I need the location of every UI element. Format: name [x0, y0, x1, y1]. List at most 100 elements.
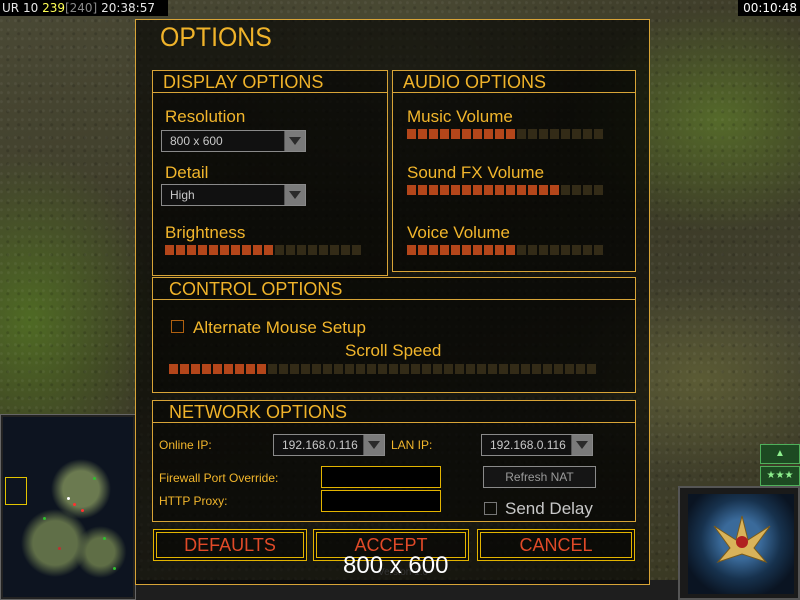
- slider-segment[interactable]: [202, 364, 211, 374]
- slider-segment[interactable]: [594, 245, 603, 255]
- slider-segment[interactable]: [279, 364, 288, 374]
- slider-segment[interactable]: [510, 364, 519, 374]
- slider-segment[interactable]: [532, 364, 541, 374]
- slider-segment[interactable]: [561, 185, 570, 195]
- slider-segment[interactable]: [517, 129, 526, 139]
- slider-segment[interactable]: [587, 364, 596, 374]
- slider-segment[interactable]: [594, 185, 603, 195]
- slider-segment[interactable]: [312, 364, 321, 374]
- slider-segment[interactable]: [367, 364, 376, 374]
- send-delay-checkbox[interactable]: [484, 502, 497, 515]
- slider-segment[interactable]: [209, 245, 218, 255]
- slider-segment[interactable]: [506, 185, 515, 195]
- slider-segment[interactable]: [231, 245, 240, 255]
- slider-segment[interactable]: [583, 129, 592, 139]
- slider-segment[interactable]: [594, 129, 603, 139]
- minimap[interactable]: [3, 417, 133, 597]
- slider-segment[interactable]: [572, 129, 581, 139]
- slider-segment[interactable]: [165, 245, 174, 255]
- slider-segment[interactable]: [319, 245, 328, 255]
- slider-segment[interactable]: [506, 245, 515, 255]
- chevron-down-icon[interactable]: [284, 185, 305, 205]
- slider-segment[interactable]: [429, 129, 438, 139]
- slider-segment[interactable]: [499, 364, 508, 374]
- slider-segment[interactable]: [583, 245, 592, 255]
- tab-stars-icon[interactable]: ★★★: [760, 466, 800, 486]
- slider-segment[interactable]: [180, 364, 189, 374]
- slider-segment[interactable]: [198, 245, 207, 255]
- slider-segment[interactable]: [451, 185, 460, 195]
- slider-segment[interactable]: [407, 245, 416, 255]
- http-proxy-input[interactable]: [321, 490, 441, 512]
- slider-segment[interactable]: [455, 364, 464, 374]
- slider-segment[interactable]: [495, 129, 504, 139]
- slider-segment[interactable]: [275, 245, 284, 255]
- slider-segment[interactable]: [429, 245, 438, 255]
- slider-segment[interactable]: [477, 364, 486, 374]
- slider-segment[interactable]: [440, 185, 449, 195]
- slider-segment[interactable]: [506, 129, 515, 139]
- slider-segment[interactable]: [378, 364, 387, 374]
- brightness-slider[interactable]: [165, 245, 361, 255]
- slider-segment[interactable]: [264, 245, 273, 255]
- slider-segment[interactable]: [473, 129, 482, 139]
- slider-segment[interactable]: [451, 129, 460, 139]
- online-ip-dropdown[interactable]: 192.168.0.116: [273, 434, 385, 456]
- slider-segment[interactable]: [444, 364, 453, 374]
- sound-fx-volume-slider[interactable]: [407, 185, 603, 195]
- detail-dropdown[interactable]: High: [161, 184, 306, 206]
- refresh-nat-button[interactable]: Refresh NAT: [483, 466, 596, 488]
- chevron-down-icon[interactable]: [571, 435, 592, 455]
- alternate-mouse-checkbox[interactable]: [171, 320, 184, 333]
- slider-segment[interactable]: [462, 185, 471, 195]
- slider-segment[interactable]: [473, 185, 482, 195]
- slider-segment[interactable]: [517, 245, 526, 255]
- slider-segment[interactable]: [323, 364, 332, 374]
- slider-segment[interactable]: [554, 364, 563, 374]
- slider-segment[interactable]: [418, 245, 427, 255]
- slider-segment[interactable]: [521, 364, 530, 374]
- slider-segment[interactable]: [308, 245, 317, 255]
- slider-segment[interactable]: [484, 185, 493, 195]
- resolution-dropdown[interactable]: 800 x 600: [161, 130, 306, 152]
- slider-segment[interactable]: [301, 364, 310, 374]
- slider-segment[interactable]: [550, 129, 559, 139]
- slider-segment[interactable]: [572, 185, 581, 195]
- slider-segment[interactable]: [169, 364, 178, 374]
- slider-segment[interactable]: [176, 245, 185, 255]
- slider-segment[interactable]: [235, 364, 244, 374]
- slider-segment[interactable]: [528, 129, 537, 139]
- slider-segment[interactable]: [268, 364, 277, 374]
- slider-segment[interactable]: [257, 364, 266, 374]
- slider-segment[interactable]: [484, 245, 493, 255]
- slider-segment[interactable]: [451, 245, 460, 255]
- slider-segment[interactable]: [539, 129, 548, 139]
- slider-segment[interactable]: [433, 364, 442, 374]
- slider-segment[interactable]: [334, 364, 343, 374]
- slider-segment[interactable]: [400, 364, 409, 374]
- slider-segment[interactable]: [341, 245, 350, 255]
- slider-segment[interactable]: [242, 245, 251, 255]
- chevron-down-icon[interactable]: [363, 435, 384, 455]
- slider-segment[interactable]: [576, 364, 585, 374]
- slider-segment[interactable]: [488, 364, 497, 374]
- slider-segment[interactable]: [495, 185, 504, 195]
- slider-segment[interactable]: [462, 245, 471, 255]
- firewall-port-input[interactable]: [321, 466, 441, 488]
- voice-volume-slider[interactable]: [407, 245, 603, 255]
- slider-segment[interactable]: [220, 245, 229, 255]
- slider-segment[interactable]: [411, 364, 420, 374]
- scroll-speed-slider[interactable]: [169, 364, 596, 374]
- slider-segment[interactable]: [290, 364, 299, 374]
- slider-segment[interactable]: [246, 364, 255, 374]
- slider-segment[interactable]: [550, 185, 559, 195]
- slider-segment[interactable]: [224, 364, 233, 374]
- tab-up-icon[interactable]: ▲: [760, 444, 800, 464]
- slider-segment[interactable]: [539, 185, 548, 195]
- slider-segment[interactable]: [561, 245, 570, 255]
- slider-segment[interactable]: [422, 364, 431, 374]
- cancel-button[interactable]: CANCEL: [477, 529, 635, 561]
- slider-segment[interactable]: [440, 129, 449, 139]
- slider-segment[interactable]: [352, 245, 361, 255]
- slider-segment[interactable]: [572, 245, 581, 255]
